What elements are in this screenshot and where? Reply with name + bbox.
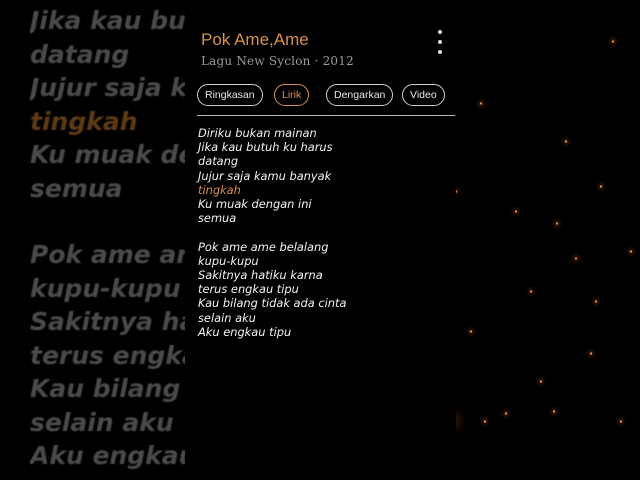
lyric-line: terus engkau tipu — [198, 282, 299, 297]
lyric-line: Aku engkau tipu — [30, 441, 200, 470]
lyric-line: Jika kau butuh ku harus — [30, 6, 200, 35]
tab-divider — [197, 115, 455, 116]
song-title: Pok Ame,Ame — [201, 30, 309, 49]
ember-spark — [565, 140, 567, 143]
stanza-gap — [198, 225, 448, 239]
background-stanza-1: Jika kau butuh ku harus datang Jujur saja … — [30, 4, 200, 205]
lyrics-panel: Pok Ame,Ame Lagu New Syclon · 2012 Ringk… — [185, 0, 456, 480]
lyric-line: terus engkau tipu — [30, 340, 200, 370]
lyric-line: kupu-kupu — [198, 253, 259, 268]
lyric-line: Kau bilang tidak ada cinta — [30, 374, 200, 403]
tab-video[interactable]: Video — [402, 84, 445, 106]
lyrics-stanza-1: Diriku bukan mainan Jika kau butuh ku har… — [198, 126, 448, 225]
lyric-line: semua — [198, 211, 237, 226]
lyric-line: Sakitnya hatiku karna — [30, 307, 200, 336]
lyric-line: Sakitnya hatiku karna — [198, 268, 323, 283]
ember-spark — [556, 222, 558, 225]
lyrics-text: Diriku bukan mainan Jika kau butuh ku har… — [198, 126, 448, 339]
lyric-line: datang — [30, 39, 130, 69]
background-lyrics: Jika kau butuh ku harus datang Jujur saja … — [30, 4, 200, 473]
lyric-line: Jujur saja kamu banyak — [198, 168, 332, 183]
background-stanza-2: Pok ame ame belalang kupu-kupu Sakitnya ha… — [30, 238, 200, 473]
lyric-line: Pok ame ame belalang — [198, 239, 329, 254]
song-subtitle: Lagu New Syclon · 2012 — [201, 54, 354, 68]
ember-spark — [590, 352, 592, 355]
ember-spark — [553, 410, 555, 413]
ember-spark — [515, 210, 517, 213]
lyric-line: Ku muak dengan ini — [30, 140, 200, 169]
ember-spark — [612, 40, 614, 43]
tab-lirik[interactable]: Lirik — [274, 84, 310, 106]
lyric-line: Aku engkau tipu — [198, 324, 292, 339]
stanza-gap — [30, 205, 200, 238]
lyric-line: tingkah — [30, 106, 138, 136]
ember-spark — [540, 380, 542, 383]
ember-spark — [600, 185, 602, 188]
ember-spark — [630, 250, 632, 253]
lyric-line: semua — [30, 173, 123, 203]
lyric-line: kupu-kupu — [30, 273, 181, 303]
lyric-line: selain aku — [30, 407, 174, 437]
lyric-line: Pok ame ame belalang — [30, 240, 200, 269]
ember-spark — [620, 420, 622, 423]
ember-spark — [470, 330, 472, 333]
ember-spark — [505, 412, 507, 415]
lyrics-stanza-2: Pok ame ame belalang kupu-kupu Sakitnya ha… — [198, 240, 448, 339]
ember-spark — [595, 300, 597, 303]
ember-spark — [484, 420, 486, 423]
more-vertical-icon[interactable] — [435, 30, 445, 58]
lyric-line: Jika kau butuh ku harus — [198, 140, 333, 155]
lyric-line: tingkah — [198, 182, 241, 197]
ember-spark — [575, 257, 577, 260]
lyric-line: Diriku bukan mainan — [198, 126, 317, 140]
lyric-line: Kau bilang tidak ada cinta — [198, 296, 347, 311]
tab-dengarkan[interactable]: Dengarkan — [326, 84, 394, 106]
lyric-line: Jujur saja kamu banyak — [30, 73, 200, 102]
lyric-line: selain aku — [198, 310, 256, 325]
lyric-line: Ku muak dengan ini — [198, 197, 312, 212]
lyric-line: datang — [198, 154, 239, 169]
tab-ringkasan[interactable]: Ringkasan — [197, 84, 263, 106]
ember-spark — [530, 290, 532, 293]
ember-spark — [480, 102, 482, 105]
